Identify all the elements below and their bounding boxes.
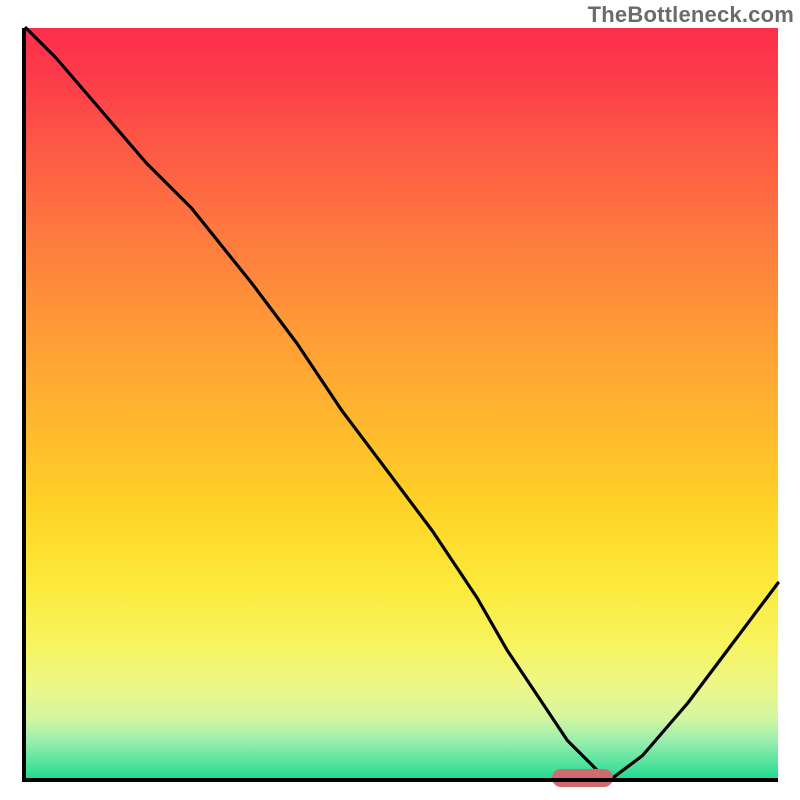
y-axis xyxy=(22,28,26,778)
chart-stage: TheBottleneck.com xyxy=(0,0,800,800)
x-axis xyxy=(22,778,778,782)
bottleneck-curve xyxy=(26,28,778,778)
curve-path xyxy=(26,28,778,778)
watermark-label: TheBottleneck.com xyxy=(588,2,794,28)
